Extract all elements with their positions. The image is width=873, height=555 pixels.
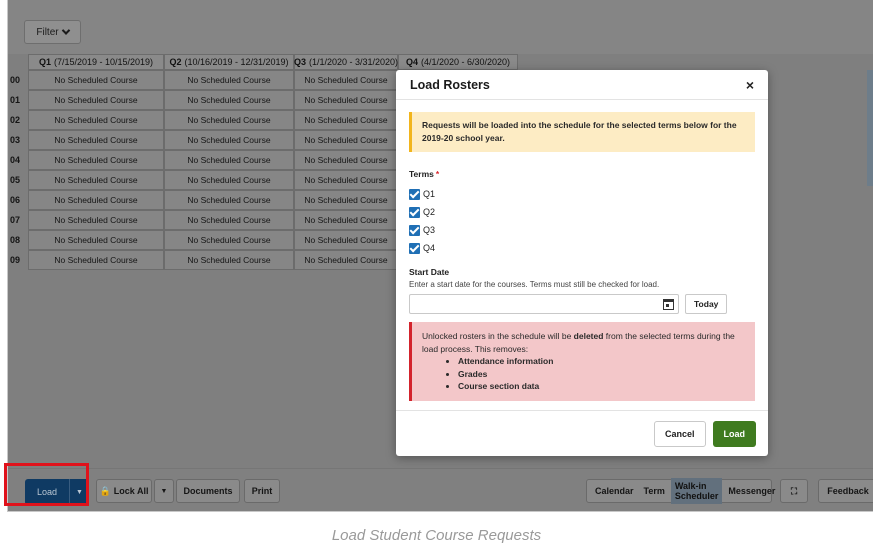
schedule-cell[interactable]: No Scheduled Course (164, 190, 294, 210)
today-button[interactable]: Today (685, 294, 728, 314)
dialog-body: Requests will be loaded into the schedul… (396, 100, 768, 401)
scrollbar[interactable] (867, 70, 873, 186)
dialog-title: Load Rosters (410, 77, 490, 92)
filter-label: Filter (36, 26, 59, 38)
schedule-cell[interactable]: No Scheduled Course (164, 150, 294, 170)
schedule-cell[interactable]: No Scheduled Course (164, 210, 294, 230)
schedule-cell[interactable]: No Scheduled Course (28, 110, 164, 130)
tab-walk-in-scheduler[interactable]: Walk-in Scheduler (670, 478, 723, 504)
term-checkbox-q4[interactable]: Q4 (409, 239, 755, 257)
period-label: 09 (8, 250, 28, 270)
chevron-down-icon (61, 26, 70, 35)
schedule-cell[interactable]: No Scheduled Course (164, 130, 294, 150)
start-date-input[interactable] (409, 294, 679, 314)
documents-button[interactable]: Documents (176, 479, 240, 503)
schedule-cell[interactable]: No Scheduled Course (164, 250, 294, 270)
schedule-cell[interactable]: No Scheduled Course (28, 170, 164, 190)
list-item: Course section data (458, 380, 745, 393)
confirm-load-button[interactable]: Load (712, 420, 756, 447)
dialog-header: Load Rosters × (396, 70, 768, 100)
lock-dropdown-caret-icon[interactable]: ▼ (154, 479, 174, 503)
term-header-q1: Q1 (7/15/2019 - 10/15/2019) (28, 54, 164, 70)
required-marker: * (435, 169, 440, 179)
schedule-cell[interactable]: No Scheduled Course (294, 170, 398, 190)
period-label: 04 (8, 150, 28, 170)
period-label: 01 (8, 90, 28, 110)
filter-button[interactable]: Filter (24, 20, 81, 44)
period-label: 03 (8, 130, 28, 150)
delete-warning-text: Unlocked rosters in the schedule will be… (422, 331, 735, 354)
term-header-q4: Q4 (4/1/2020 - 6/30/2020) (398, 54, 518, 70)
list-item: Grades (458, 368, 745, 381)
period-label: 06 (8, 190, 28, 210)
schedule-cell[interactable]: No Scheduled Course (28, 90, 164, 110)
period-label: 02 (8, 110, 28, 130)
checkbox-checked-icon[interactable] (409, 188, 420, 200)
load-rosters-dialog: Load Rosters × Requests will be loaded i… (396, 70, 768, 456)
schedule-cell[interactable]: No Scheduled Course (164, 230, 294, 250)
schedule-cell[interactable]: No Scheduled Course (294, 110, 398, 130)
bottom-toolbar: Load ▼ 🔒 Lock All ▼ Documents Print Cale… (8, 468, 873, 511)
term-header-q2: Q2 (10/16/2019 - 12/31/2019) (164, 54, 294, 70)
schedule-cell[interactable]: No Scheduled Course (28, 70, 164, 90)
start-date-row: Today (409, 294, 755, 314)
tab-term[interactable]: Term (640, 483, 669, 499)
schedule-cell[interactable]: No Scheduled Course (294, 130, 398, 150)
schedule-cell[interactable]: No Scheduled Course (294, 70, 398, 90)
start-date-label: Start Date (409, 267, 450, 277)
schedule-cell[interactable]: No Scheduled Course (164, 110, 294, 130)
schedule-cell[interactable]: No Scheduled Course (294, 90, 398, 110)
schedule-cell[interactable]: No Scheduled Course (164, 170, 294, 190)
schedule-cell[interactable]: No Scheduled Course (164, 90, 294, 110)
lock-icon: 🔒 (99, 485, 111, 496)
term-checkbox-q1[interactable]: Q1 (409, 185, 755, 203)
schedule-cell[interactable]: No Scheduled Course (294, 150, 398, 170)
term-checkbox-q3[interactable]: Q3 (409, 221, 755, 239)
start-date-help: Enter a start date for the courses. Term… (409, 280, 660, 289)
schedule-cell[interactable]: No Scheduled Course (294, 250, 398, 270)
load-button-highlight (4, 463, 89, 506)
period-label: 05 (8, 170, 28, 190)
expand-icon[interactable]: ⛶ (780, 479, 808, 503)
calendar-icon[interactable] (663, 299, 674, 310)
schedule-cell[interactable]: No Scheduled Course (28, 210, 164, 230)
close-icon[interactable]: × (746, 77, 754, 93)
schedule-cell[interactable]: No Scheduled Course (294, 210, 398, 230)
info-alert: Requests will be loaded into the schedul… (409, 112, 755, 152)
top-toolbar: Filter (8, 0, 873, 54)
checkbox-checked-icon[interactable] (409, 224, 420, 236)
print-button[interactable]: Print (244, 479, 280, 503)
checkbox-checked-icon[interactable] (409, 206, 420, 218)
header-spacer (8, 54, 28, 70)
tab-messenger[interactable]: Messenger (724, 483, 779, 499)
schedule-cell[interactable]: No Scheduled Course (294, 190, 398, 210)
term-header-q3: Q3 (1/1/2020 - 3/31/2020) (294, 54, 398, 70)
schedule-cell[interactable]: No Scheduled Course (28, 250, 164, 270)
warning-list: Attendance information Grades Course sec… (458, 355, 745, 393)
schedule-cell[interactable]: No Scheduled Course (28, 130, 164, 150)
delete-warning-alert: Unlocked rosters in the schedule will be… (409, 322, 755, 401)
schedule-cell[interactable]: No Scheduled Course (294, 230, 398, 250)
terms-label: Terms * (409, 169, 440, 179)
tab-calendar[interactable]: Calendar (591, 483, 638, 499)
period-label: 07 (8, 210, 28, 230)
terms-checkbox-group: Q1 Q2 Q3 Q4 (409, 185, 755, 257)
figure-caption: Load Student Course Requests (331, 527, 542, 544)
list-item: Attendance information (458, 355, 745, 368)
period-label: 08 (8, 230, 28, 250)
dialog-footer: Cancel Load (396, 410, 768, 456)
cancel-button[interactable]: Cancel (653, 420, 706, 447)
feedback-button[interactable]: Feedback (818, 479, 873, 503)
term-checkbox-q2[interactable]: Q2 (409, 203, 755, 221)
tool-tabs: Calendar Term Walk-in Scheduler Messenge… (586, 478, 775, 504)
period-label: 00 (8, 70, 28, 90)
schedule-cell[interactable]: No Scheduled Course (28, 230, 164, 250)
schedule-cell[interactable]: No Scheduled Course (28, 150, 164, 170)
checkbox-checked-icon[interactable] (409, 242, 420, 254)
schedule-cell[interactable]: No Scheduled Course (164, 70, 294, 90)
lock-all-button[interactable]: 🔒 Lock All (96, 479, 152, 503)
schedule-header-row: Q1 (7/15/2019 - 10/15/2019) Q2 (10/16/2019… (8, 54, 518, 70)
schedule-cell[interactable]: No Scheduled Course (28, 190, 164, 210)
